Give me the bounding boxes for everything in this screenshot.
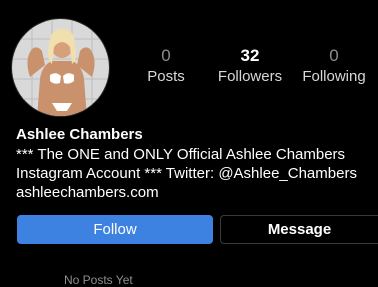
posts-label: Posts [147, 68, 185, 85]
bio-website-link[interactable]: ashleechambers.com [16, 183, 376, 202]
following-stat[interactable]: 0 Following [296, 46, 372, 86]
posts-stat: 0 Posts [138, 46, 194, 86]
following-label: Following [302, 68, 366, 85]
followers-label: Followers [217, 68, 283, 85]
bio-line: *** The ONE and ONLY Official Ashlee Cha… [16, 146, 346, 163]
profile-bio: *** The ONE and ONLY Official Ashlee Cha… [16, 145, 376, 202]
profile-avatar[interactable] [11, 18, 110, 117]
follow-button[interactable]: Follow [17, 215, 213, 244]
following-count: 0 [329, 46, 339, 65]
message-button[interactable]: Message [220, 215, 378, 244]
followers-count: 32 [240, 46, 260, 65]
followers-stat[interactable]: 32 Followers [212, 46, 288, 86]
profile-name: Ashlee Chambers [16, 126, 143, 143]
avatar-photo [12, 19, 109, 116]
posts-count: 0 [161, 46, 171, 65]
bio-line: Instagram Account *** Twitter: @Ashlee_C… [16, 165, 357, 182]
no-posts-text: No Posts Yet [64, 273, 133, 287]
